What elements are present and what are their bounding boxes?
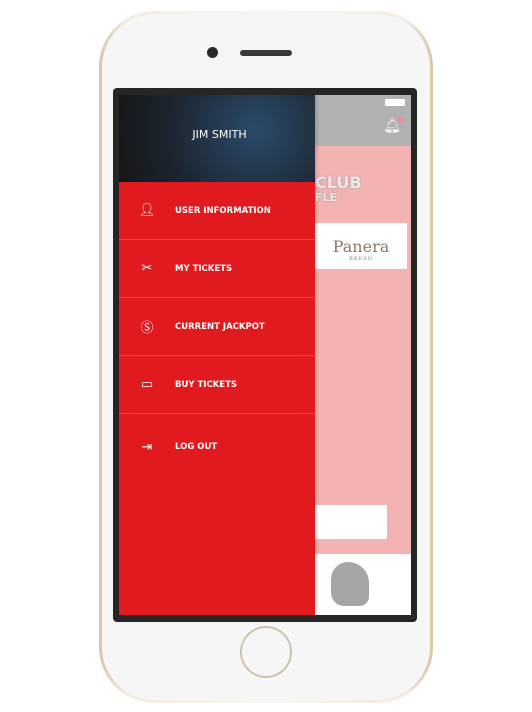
user-icon: 👤︎ (138, 203, 156, 218)
home-button[interactable] (240, 626, 292, 678)
ticket-icon: ✂︎ (141, 261, 153, 276)
menu-item-user-information[interactable]: 👤︎ USER INFORMATION (119, 182, 315, 240)
drawer-header: JIM SMITH (119, 95, 315, 182)
logout-icon: ⇥ (141, 439, 153, 455)
menu-label: BUY TICKETS (175, 379, 238, 390)
club-title: CLUB (315, 173, 362, 192)
battery-icon (385, 99, 405, 106)
speaker (240, 50, 292, 56)
menu-label: CURRENT JACKPOT (175, 321, 265, 332)
user-name: JIM SMITH (192, 128, 247, 141)
dollar-icon: Ⓢ (140, 321, 154, 336)
menu-label: MY TICKETS (175, 263, 233, 274)
raffle-title: FLE (315, 191, 338, 204)
camera (207, 47, 218, 58)
menu-item-my-tickets[interactable]: ✂︎ MY TICKETS (119, 240, 315, 298)
menu-item-log-out[interactable]: ⇥ LOG OUT (119, 414, 315, 480)
menu-label: USER INFORMATION (175, 205, 271, 216)
menu-item-buy-tickets[interactable]: ▭ BUY TICKETS (119, 356, 315, 414)
menu-item-current-jackpot[interactable]: Ⓢ CURRENT JACKPOT (119, 298, 315, 356)
side-drawer: JIM SMITH 👤︎ USER INFORMATION ✂︎ MY TICK… (119, 95, 315, 615)
buy-ticket-icon: ▭ (140, 377, 154, 392)
sponsor-logo: Panera BREAD (315, 223, 407, 269)
main-header: 🔔︎ (315, 95, 411, 146)
bottom-card (315, 554, 411, 615)
notification-badge (398, 117, 404, 123)
app-screen: 🔔︎ CLUB FLE Panera BREAD JIM SMITH 👤︎ USE… (119, 95, 411, 615)
main-button[interactable] (315, 505, 387, 539)
menu-label: LOG OUT (175, 442, 218, 452)
mascot-image (331, 562, 369, 606)
